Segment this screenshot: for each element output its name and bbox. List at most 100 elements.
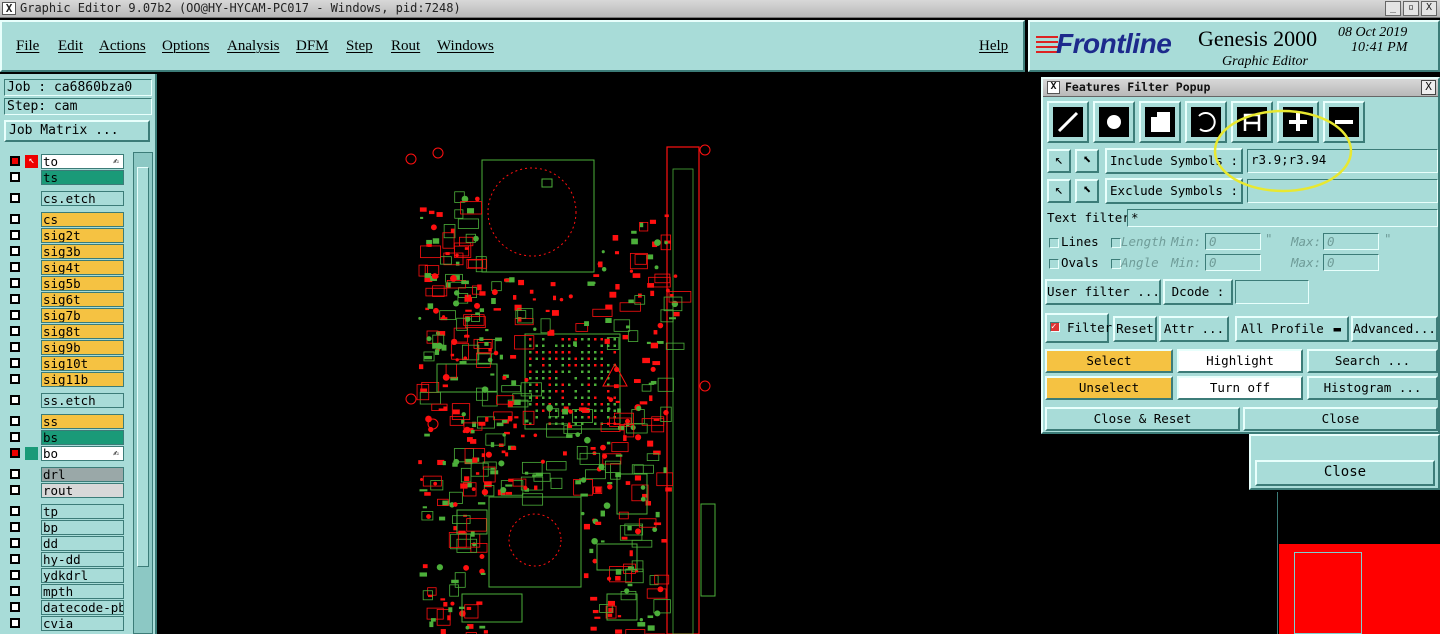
layer-row-ydkdrl[interactable]: ydkdrl xyxy=(4,568,126,583)
close-window-button[interactable]: X xyxy=(1421,1,1437,16)
layer-name[interactable]: mpth xyxy=(41,584,124,599)
layer-name[interactable]: cs.etch xyxy=(41,191,124,206)
line-feature-toggle[interactable] xyxy=(1047,101,1089,143)
highlight-button[interactable]: Highlight xyxy=(1177,349,1303,373)
lines-checkbox[interactable] xyxy=(1049,238,1059,248)
filter-toggle[interactable]: ✓ Filter xyxy=(1045,313,1112,343)
layer-name[interactable]: dd xyxy=(41,536,124,551)
layer-name[interactable]: ts xyxy=(41,170,124,185)
layer-affected-checkbox[interactable] xyxy=(10,395,20,405)
layer-name[interactable]: sig10t xyxy=(41,356,124,371)
layer-affected-checkbox[interactable] xyxy=(10,586,20,596)
layer-row-to[interactable]: ↖ to ✍ xyxy=(4,154,126,169)
layer-row-ss.etch[interactable]: ss.etch xyxy=(4,393,126,408)
layer-row-datecode-pbe[interactable]: datecode-pbe xyxy=(4,600,126,615)
layer-row-sig9b[interactable]: sig9b xyxy=(4,340,126,355)
menu-help[interactable]: Help xyxy=(979,38,1008,55)
popup-close-button[interactable]: X xyxy=(1421,80,1436,95)
menu-dfm[interactable]: DFM xyxy=(296,38,329,55)
layer-row-sig7b[interactable]: sig7b xyxy=(4,308,126,323)
layer-name[interactable]: bs xyxy=(41,430,124,445)
layer-affected-checkbox[interactable] xyxy=(10,506,20,516)
layer-affected-checkbox[interactable] xyxy=(10,554,20,564)
turn-off-button[interactable]: Turn off xyxy=(1177,376,1303,400)
layer-row-sig10t[interactable]: sig10t xyxy=(4,356,126,371)
layer-name[interactable]: sig5b xyxy=(41,276,124,291)
layer-affected-checkbox[interactable] xyxy=(10,522,20,532)
layer-affected-checkbox[interactable] xyxy=(10,570,20,580)
length-checkbox[interactable] xyxy=(1111,238,1121,248)
layer-row-ts[interactable]: ts xyxy=(4,170,126,185)
layer-row-sig11b[interactable]: sig11b xyxy=(4,372,126,387)
menu-file[interactable]: File xyxy=(16,38,39,55)
layer-affected-checkbox[interactable] xyxy=(10,602,20,612)
layer-row-bs[interactable]: bs xyxy=(4,430,126,445)
filter-checkbox[interactable]: ✓ xyxy=(1050,322,1060,332)
layer-affected-checkbox[interactable] xyxy=(10,326,20,336)
layer-name[interactable]: sig4t xyxy=(41,260,124,275)
layer-affected-checkbox[interactable] xyxy=(10,262,20,272)
menu-rout[interactable]: Rout xyxy=(391,38,420,55)
layer-row-drl[interactable]: drl xyxy=(4,467,126,482)
layer-row-cs.etch[interactable]: cs.etch xyxy=(4,191,126,206)
layer-list-scrollbar[interactable] xyxy=(133,152,153,634)
menu-step[interactable]: Step xyxy=(346,38,373,55)
layer-affected-checkbox[interactable] xyxy=(10,246,20,256)
layer-affected-checkbox[interactable] xyxy=(10,156,20,166)
layer-name[interactable]: bp xyxy=(41,520,124,535)
layer-name[interactable]: sig11b xyxy=(41,372,124,387)
menu-options[interactable]: Options xyxy=(162,38,210,55)
angle-max-input[interactable]: 0 xyxy=(1323,254,1379,271)
layer-row-rout[interactable]: rout xyxy=(4,483,126,498)
layer-name[interactable]: bo ✍ xyxy=(41,446,124,461)
layer-name[interactable]: ydkdrl xyxy=(41,568,124,583)
layer-row-bo[interactable]: bo ✍ xyxy=(4,446,126,461)
attr-button[interactable]: Attr ... xyxy=(1159,316,1229,342)
layer-name[interactable]: ss xyxy=(41,414,124,429)
pad-feature-toggle[interactable] xyxy=(1093,101,1135,143)
layer-name[interactable]: hy-dd xyxy=(41,552,124,567)
scrollbar-thumb[interactable] xyxy=(137,167,149,567)
dcode-input[interactable] xyxy=(1235,280,1309,304)
layer-row-sig4t[interactable]: sig4t xyxy=(4,260,126,275)
layer-name[interactable]: sig3b xyxy=(41,244,124,259)
menu-actions[interactable]: Actions xyxy=(99,38,146,55)
layer-name[interactable]: cs xyxy=(41,212,124,227)
layer-row-sig2t[interactable]: sig2t xyxy=(4,228,126,243)
histogram-button[interactable]: Histogram ... xyxy=(1307,376,1438,400)
close-reset-button[interactable]: Close & Reset xyxy=(1045,407,1240,431)
length-min-input[interactable]: 0 xyxy=(1205,233,1261,250)
layer-affected-checkbox[interactable] xyxy=(10,310,20,320)
maximize-button[interactable]: ▫ xyxy=(1403,1,1419,16)
minimize-button[interactable]: _ xyxy=(1385,1,1401,16)
menu-edit[interactable]: Edit xyxy=(58,38,83,55)
menu-windows[interactable]: Windows xyxy=(437,38,494,55)
popup-close-bottom-button[interactable]: Close xyxy=(1243,407,1438,431)
layer-affected-checkbox[interactable] xyxy=(10,172,20,182)
layer-name[interactable]: drl xyxy=(41,467,124,482)
layer-name[interactable]: sig8t xyxy=(41,324,124,339)
include-select-button[interactable]: ⬉ xyxy=(1075,149,1099,173)
overview-panel[interactable] xyxy=(1277,492,1440,634)
layer-row-mpth[interactable]: mpth xyxy=(4,584,126,599)
layer-name[interactable]: sig7b xyxy=(41,308,124,323)
layer-row-sig8t[interactable]: sig8t xyxy=(4,324,126,339)
include-pick-button[interactable]: ↖ xyxy=(1047,149,1071,173)
layer-name[interactable]: sig6t xyxy=(41,292,124,307)
dcode-button[interactable]: Dcode : xyxy=(1163,279,1233,305)
layer-affected-checkbox[interactable] xyxy=(10,193,20,203)
layer-name[interactable]: datecode-pbe xyxy=(41,600,124,615)
exclude-pick-button[interactable]: ↖ xyxy=(1047,179,1071,203)
layer-name[interactable]: to ✍ xyxy=(41,154,124,169)
layer-name[interactable]: ss.etch xyxy=(41,393,124,408)
job-matrix-button[interactable]: Job Matrix ... xyxy=(4,120,150,142)
layer-row-cs[interactable]: cs xyxy=(4,212,126,227)
menu-analysis[interactable]: Analysis xyxy=(227,38,280,55)
layer-row-sig3b[interactable]: sig3b xyxy=(4,244,126,259)
layer-affected-checkbox[interactable] xyxy=(10,294,20,304)
layer-affected-checkbox[interactable] xyxy=(10,469,20,479)
layer-affected-checkbox[interactable] xyxy=(10,214,20,224)
layer-row-tp[interactable]: tp xyxy=(4,504,126,519)
ovals-checkbox[interactable] xyxy=(1049,259,1059,269)
reset-button[interactable]: Reset xyxy=(1113,316,1157,342)
